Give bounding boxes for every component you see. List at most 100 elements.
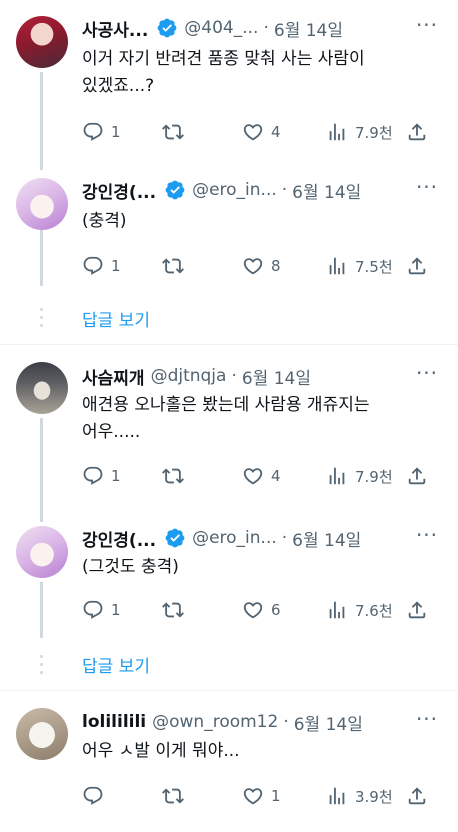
views-button[interactable]: 3.9천 [326,785,393,807]
reply-icon [82,465,104,487]
like-button[interactable]: 6 [242,599,281,621]
tweet[interactable]: 사공사... @404_... · 6월 14일 ··· 이거 자기 반려견 품… [0,12,458,152]
retweet-button[interactable] [162,465,191,487]
tweet-text: 이거 자기 반려견 품종 맞춰 사는 사람이 있겠죠...? [82,49,365,96]
like-button[interactable]: 4 [242,465,281,487]
display-name[interactable]: 강인경(... [82,178,156,203]
retweet-button[interactable] [162,121,191,143]
tweet-actions: 1 4 7.9천 [82,120,442,144]
thread-ellipsis-connector [40,308,43,332]
show-replies-link[interactable]: 답글 보기 [82,306,150,331]
tweet-text: 애견용 오나홀은 봤는데 사람용 개쥬지는 어우..... [82,395,370,442]
view-count: 7.5천 [355,257,393,276]
tweet-header: 사슴찌개 @djtnqja · 6월 14일 [82,364,442,389]
views-icon [326,465,348,487]
timestamp[interactable]: 6월 14일 [294,710,363,735]
views-button[interactable]: 7.6천 [326,599,393,621]
tweet[interactable]: 강인경(... @ero_in... · 6월 14일 ··· (그것도 충격)… [0,524,458,634]
separator: · [281,180,288,200]
display-name[interactable]: 사슴찌개 [82,364,145,389]
like-button[interactable]: 1 [242,785,281,807]
avatar[interactable] [16,362,68,414]
more-icon[interactable]: ··· [412,177,442,202]
separator: · [283,712,289,732]
tweet[interactable]: 강인경(... @ero_in... · 6월 14일 ··· (충격) 1 8… [0,174,458,284]
avatar[interactable] [16,178,68,230]
tweet-actions: 1 4 7.9천 [82,464,442,488]
reply-icon [82,599,104,621]
retweet-button[interactable] [162,255,191,277]
share-button[interactable] [406,785,428,807]
retweet-button[interactable] [162,599,191,621]
timestamp[interactable]: 6월 14일 [292,178,361,203]
tweet[interactable]: 사슴찌개 @djtnqja · 6월 14일 ··· 애견용 오나홀은 봤는데 … [0,362,458,502]
verified-badge-icon [156,17,178,39]
like-button[interactable]: 8 [242,255,281,277]
display-name[interactable]: 사공사... [82,16,148,41]
avatar[interactable] [16,16,68,68]
like-button[interactable]: 4 [242,121,281,143]
user-handle[interactable]: @404_... [184,18,258,38]
reply-button[interactable] [82,785,111,807]
timestamp[interactable]: 6월 14일 [274,16,343,41]
views-icon [326,255,348,277]
share-button[interactable] [406,465,428,487]
view-count: 7.9천 [355,467,393,486]
share-icon [406,785,428,807]
more-icon[interactable]: ··· [412,15,442,40]
view-count: 3.9천 [355,787,393,806]
reply-button[interactable]: 1 [82,599,121,621]
tweet-text: 어우 ㅅ발 이게 뭐야... [82,741,240,761]
display-name[interactable]: 강인경(... [82,526,156,551]
tweet-header: 강인경(... @ero_in... · 6월 14일 [82,526,442,551]
timestamp[interactable]: 6월 14일 [292,526,361,551]
separator: · [231,366,237,386]
separator: · [281,528,288,548]
reply-button[interactable]: 1 [82,255,121,277]
like-icon [242,785,264,807]
more-icon[interactable]: ··· [412,363,442,388]
tweet-header: 사공사... @404_... · 6월 14일 [82,16,442,41]
tweet-header: lolililili @own_room12 · 6월 14일 [82,710,442,735]
like-count: 6 [271,601,281,619]
tweet[interactable]: lolililili @own_room12 · 6월 14일 ··· 어우 ㅅ… [0,708,458,818]
timestamp[interactable]: 6월 14일 [242,364,311,389]
views-button[interactable]: 7.5천 [326,255,393,277]
tweet-actions: 1 3.9천 [82,784,442,808]
like-count: 8 [271,257,281,275]
views-icon [326,121,348,143]
views-button[interactable]: 7.9천 [326,121,393,143]
share-button[interactable] [406,121,428,143]
avatar[interactable] [16,708,68,760]
retweet-icon [162,785,184,807]
reply-count: 1 [111,123,121,141]
share-icon [406,121,428,143]
user-handle[interactable]: @ero_in... [192,528,277,548]
user-handle[interactable]: @own_room12 [152,712,278,732]
reply-button[interactable]: 1 [82,121,121,143]
more-icon[interactable]: ··· [412,709,442,734]
more-icon[interactable]: ··· [412,525,442,550]
display-name[interactable]: lolililili [82,712,146,732]
like-count: 4 [271,467,281,485]
avatar[interactable] [16,526,68,578]
reply-count: 1 [111,257,121,275]
reply-count: 1 [111,467,121,485]
divider [0,690,458,691]
tweet-text: (충격) [82,211,127,231]
retweet-button[interactable] [162,785,191,807]
user-handle[interactable]: @ero_in... [192,180,277,200]
reply-button[interactable]: 1 [82,465,121,487]
verified-badge-icon [164,527,186,549]
separator: · [263,18,269,38]
views-button[interactable]: 7.9천 [326,465,393,487]
show-replies-link[interactable]: 답글 보기 [82,652,150,677]
share-icon [406,465,428,487]
verified-badge-icon [164,179,186,201]
share-button[interactable] [406,255,428,277]
user-handle[interactable]: @djtnqja [151,366,227,386]
share-button[interactable] [406,599,428,621]
reply-icon [82,121,104,143]
retweet-icon [162,121,184,143]
thread-ellipsis-connector [40,655,43,679]
